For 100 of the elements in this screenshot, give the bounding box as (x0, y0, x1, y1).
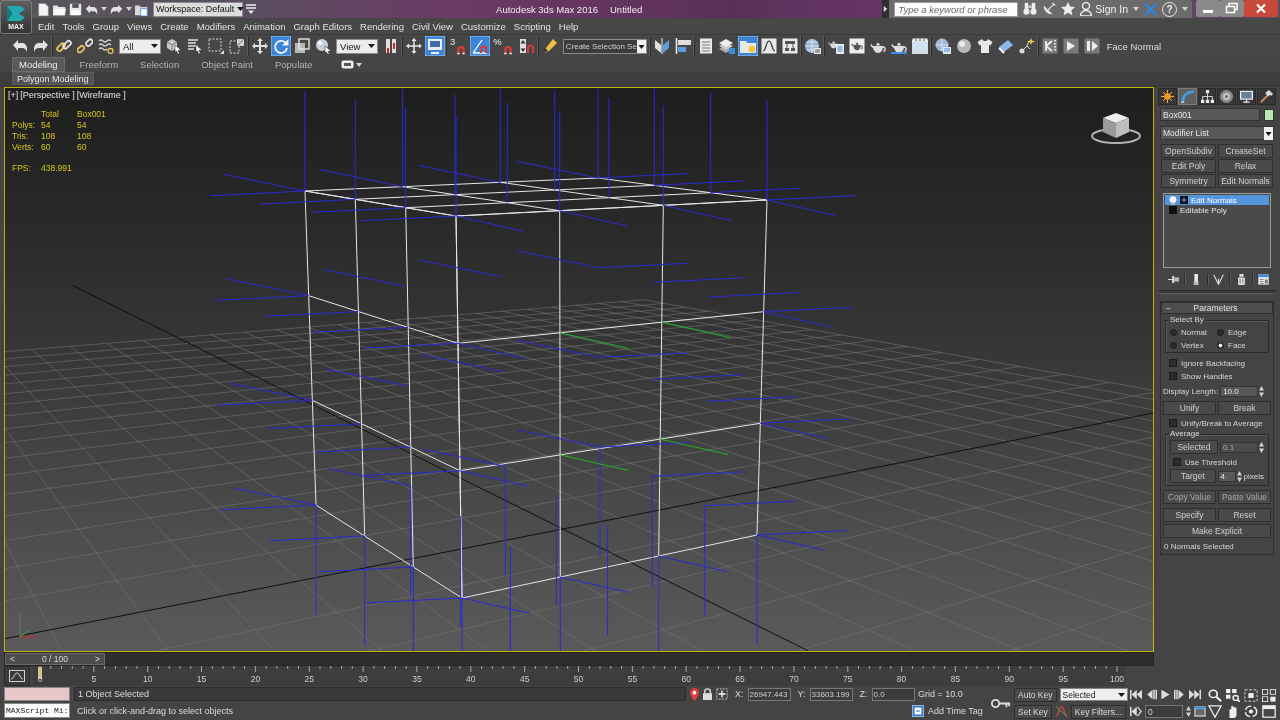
checkbox[interactable] (1169, 359, 1177, 367)
go-to-end-icon[interactable] (1189, 689, 1201, 700)
modifier-button[interactable]: Relax (1218, 159, 1273, 173)
zoom-extents-all-icon[interactable] (1262, 688, 1276, 702)
orbit-icon[interactable] (1244, 704, 1258, 718)
modifier-button[interactable]: OpenSubdiv (1161, 144, 1216, 158)
panel-button[interactable]: Target (1170, 469, 1216, 483)
cube-cursor-icon[interactable] (166, 38, 182, 54)
angle-snap-icon[interactable] (470, 36, 491, 56)
modifier-list-dropdown[interactable]: Modifier List (1160, 126, 1274, 140)
key-mode-icon[interactable] (1130, 706, 1142, 717)
menu-item[interactable]: Rendering (356, 20, 408, 32)
viewport-menu-label[interactable]: [Perspective ] (20, 90, 75, 100)
curve-window-icon[interactable] (9, 670, 25, 682)
menu-item[interactable]: Help (554, 20, 583, 32)
pencil-icon[interactable] (541, 38, 558, 54)
new-file-icon[interactable] (37, 2, 50, 16)
caret-icon[interactable] (356, 62, 363, 67)
menu-item[interactable]: Animation (239, 20, 290, 32)
spinner-arrows-icon[interactable] (1186, 706, 1191, 717)
curve-editor-icon[interactable] (760, 38, 777, 54)
ribbon-tab[interactable]: Modeling (12, 57, 65, 72)
spinner-field[interactable]: 4 (1217, 470, 1236, 482)
pivot-icon[interactable] (383, 38, 399, 54)
coordinate-field[interactable]: 0.0 (871, 687, 915, 701)
selection-filter-dropdown[interactable]: All (119, 38, 161, 54)
radio-button[interactable] (1217, 328, 1224, 336)
window-options-icon[interactable] (341, 60, 355, 69)
previous-frame-icon[interactable] (1145, 689, 1157, 700)
next-frame-icon[interactable] (1174, 689, 1186, 700)
spinner-field[interactable]: 10.0 (1220, 386, 1259, 397)
star-icon[interactable] (1061, 2, 1076, 16)
spinner-arrows-icon[interactable] (1236, 470, 1242, 482)
film-arrow-icon[interactable] (1083, 38, 1100, 54)
list-cursor-icon[interactable] (187, 38, 203, 54)
ribbon-panel-label[interactable]: Polygon Modeling (12, 72, 94, 85)
coordinate-field[interactable]: 33603.199 (809, 687, 853, 701)
panel-tab[interactable] (1217, 88, 1237, 105)
panel-button[interactable]: Make Explicit (1163, 524, 1271, 538)
keyboard-override-icon[interactable] (425, 36, 445, 56)
film-play-icon[interactable] (1062, 38, 1079, 54)
panel-tab[interactable] (1257, 88, 1276, 105)
go-to-start-icon[interactable] (1130, 689, 1142, 700)
key-mode-dropdown[interactable]: Selected (1059, 688, 1128, 701)
caret-icon[interactable] (1264, 126, 1273, 140)
time-tag-icon[interactable] (912, 704, 924, 717)
window-list-icon[interactable] (1258, 273, 1269, 285)
time-tag-label[interactable]: Add Time Tag (928, 705, 983, 716)
project-folder-icon[interactable] (135, 2, 148, 16)
viewport-menu-label[interactable]: [+] (8, 90, 19, 100)
chain-link-icon[interactable] (56, 38, 72, 54)
play-icon[interactable] (1160, 689, 1171, 700)
redo-icon[interactable] (110, 2, 123, 16)
ribbon-tab[interactable]: Selection (133, 57, 187, 72)
panel-button[interactable]: Unify (1163, 401, 1216, 415)
plus-square-icon[interactable] (1180, 196, 1188, 204)
curve-icon[interactable] (1054, 705, 1068, 718)
undo-icon[interactable] (85, 2, 98, 16)
material-sphere-icon[interactable] (804, 38, 821, 54)
spinner-snap-icon[interactable] (518, 38, 535, 54)
panel-tab[interactable] (1158, 88, 1177, 105)
sphere-icon[interactable] (955, 38, 972, 54)
viewport-menu-label[interactable]: [Wireframe ] (76, 90, 126, 100)
open-folder-icon[interactable] (53, 2, 66, 16)
ribbon-tab[interactable]: Object Paint (194, 57, 260, 72)
binoculars-icon[interactable] (1023, 2, 1038, 16)
ribbon-tab[interactable]: Populate (267, 57, 320, 72)
menu-item[interactable]: Views (122, 20, 157, 32)
spinner-arrows-icon[interactable] (1259, 386, 1265, 397)
search-field[interactable]: Type a keyword or phrase (894, 1, 1019, 17)
caret-icon[interactable] (237, 7, 245, 11)
close-icon[interactable] (1244, 0, 1278, 17)
film-key-icon[interactable] (1041, 38, 1058, 54)
trash-icon[interactable] (1235, 273, 1247, 285)
menu-lines-icon[interactable] (246, 4, 256, 14)
auto-key-button[interactable]: Auto Key (1014, 687, 1057, 702)
spinner-arrows-icon[interactable] (1259, 441, 1264, 453)
modifier-button[interactable]: Edit Poly (1161, 159, 1216, 173)
panel-button[interactable]: Reset (1218, 508, 1271, 522)
rollout-header[interactable]: − Parameters (1161, 302, 1273, 314)
rectangle-selection-icon[interactable] (208, 38, 224, 54)
object-name-field[interactable]: Box001 (1160, 108, 1260, 121)
tube-icon[interactable] (997, 38, 1014, 54)
ribbon-tab[interactable]: Freeform (72, 57, 126, 72)
caret-icon[interactable] (151, 44, 158, 48)
modifier-button[interactable]: CreaseSet (1218, 144, 1273, 158)
checkbox[interactable] (1169, 372, 1177, 380)
panel-button[interactable]: Specify (1163, 508, 1216, 522)
light-bulb-icon[interactable] (1169, 195, 1177, 205)
caret-icon[interactable] (368, 44, 375, 48)
teapot-frame-icon[interactable] (848, 38, 865, 54)
sphere-cursor-icon[interactable] (315, 38, 331, 54)
workspace-dropdown[interactable]: Workspace: Default (153, 1, 243, 17)
set-key-button[interactable]: Set Key (1014, 704, 1052, 719)
view-cube-icon[interactable] (1091, 110, 1141, 144)
key-filters-button[interactable]: Key Filters... (1070, 704, 1126, 719)
checkbox[interactable] (1169, 419, 1177, 427)
time-slider[interactable]: < 0 / 100 > (5, 653, 105, 665)
crosshair-arrows-icon[interactable] (406, 38, 422, 54)
menu-item[interactable]: Tools (58, 20, 89, 32)
